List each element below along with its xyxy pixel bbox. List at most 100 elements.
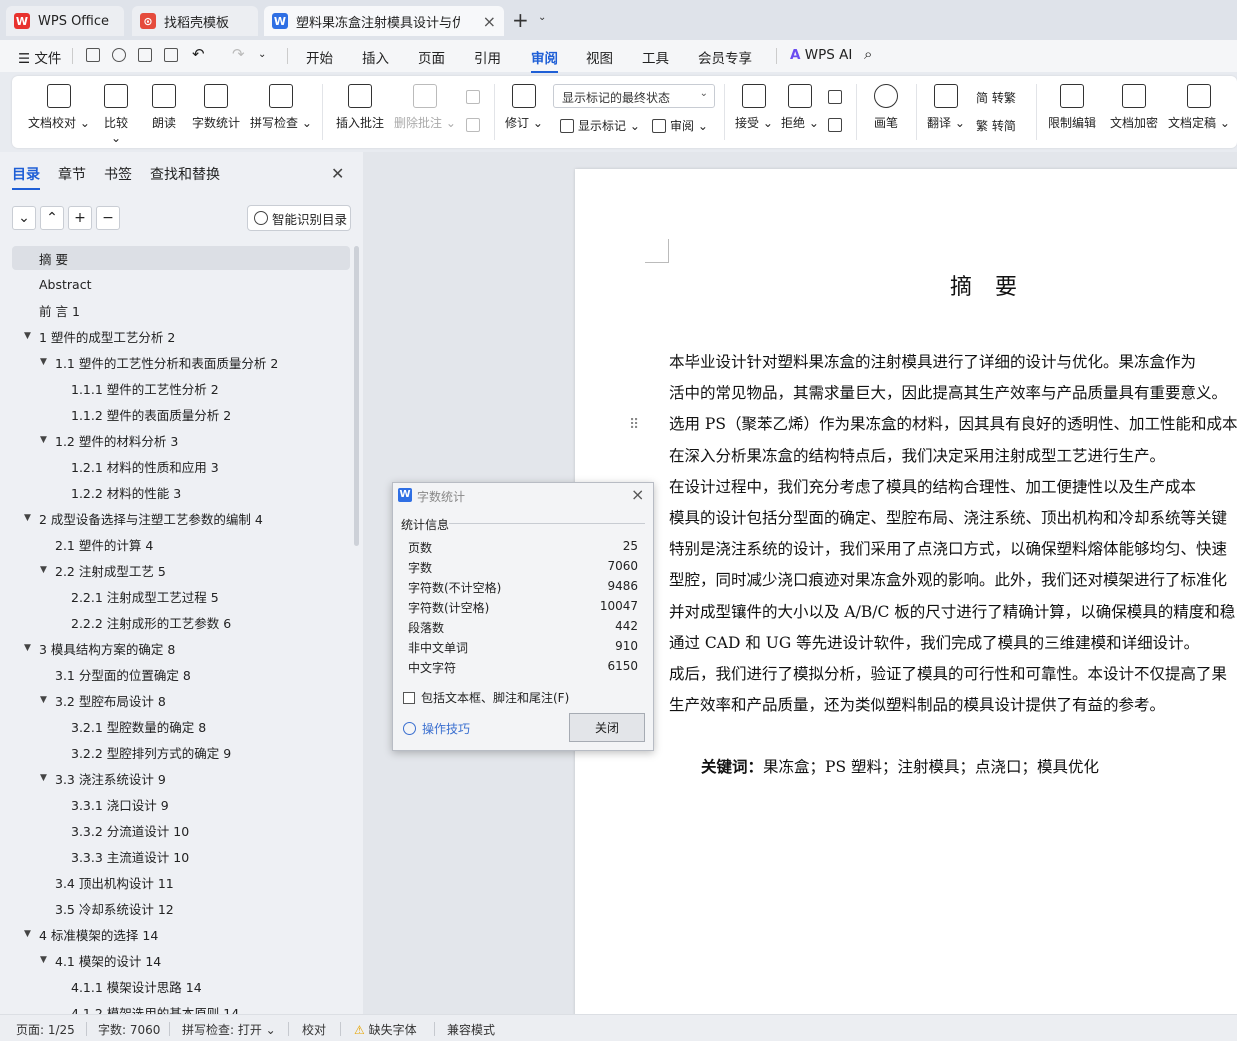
toc-item[interactable]: 4.1.2 模架选用的基本原则 14: [12, 1000, 350, 1015]
toc-item[interactable]: 1.2.1 材料的性质和应用 3: [12, 454, 350, 478]
toc-item[interactable]: 1.1.1 塑件的工艺性分析 2: [12, 376, 350, 400]
reject-button[interactable]: 拒绝 ⌄: [780, 84, 820, 131]
delete-comment-button[interactable]: 删除批注 ⌄: [394, 84, 456, 131]
expand-arrow-icon[interactable]: ▼: [24, 513, 31, 523]
read-aloud-button[interactable]: 朗读: [148, 84, 180, 131]
tab-templates[interactable]: ⊙ 找稻壳模板: [132, 6, 258, 36]
menu-references[interactable]: 引用: [474, 47, 501, 67]
toc-item[interactable]: ▼ 3.3 浇注系统设计 9: [12, 766, 350, 790]
proof-indicator[interactable]: 校对: [302, 1021, 326, 1038]
compare-button[interactable]: 比较 ⌄: [98, 84, 134, 145]
expand-arrow-icon[interactable]: ▼: [40, 695, 47, 705]
tab-bookmarks[interactable]: 书签: [104, 164, 132, 184]
tab-sections[interactable]: 章节: [58, 164, 86, 184]
expand-arrow-icon[interactable]: ▼: [40, 773, 47, 783]
review-pane-button[interactable]: 审阅 ⌄: [652, 117, 708, 134]
save-icon[interactable]: [86, 48, 100, 62]
show-markup-button[interactable]: 显示标记 ⌄: [560, 117, 640, 134]
add-heading-icon[interactable]: +: [68, 206, 92, 230]
toc-item[interactable]: Abstract: [12, 272, 350, 296]
expand-arrow-icon[interactable]: ▼: [24, 929, 31, 939]
next-change-icon[interactable]: [828, 118, 846, 132]
chevron-down-icon[interactable]: ⌄: [538, 12, 546, 23]
page-indicator[interactable]: 页面: 1/25: [16, 1021, 75, 1038]
menu-start[interactable]: 开始: [306, 47, 333, 67]
redo-icon[interactable]: ↷: [232, 45, 245, 63]
missing-font-indicator[interactable]: ⚠ 缺失字体: [354, 1021, 417, 1038]
print-icon[interactable]: [138, 48, 152, 62]
prev-change-icon[interactable]: [828, 90, 846, 104]
wps-ai-button[interactable]: A WPS AI: [790, 47, 852, 63]
toc-item[interactable]: 1.1.2 塑件的表面质量分析 2: [12, 402, 350, 426]
new-tab-icon[interactable]: +: [512, 8, 529, 32]
chevron-down-icon[interactable]: ⌄: [258, 49, 266, 60]
prev-comment-icon[interactable]: [466, 90, 484, 104]
menu-tools[interactable]: 工具: [642, 47, 669, 67]
toc-item[interactable]: 2.2.1 注射成型工艺过程 5: [12, 584, 350, 608]
word-count-button[interactable]: 字数统计: [190, 84, 242, 131]
translate-button[interactable]: 翻译 ⌄: [926, 84, 966, 131]
smart-toc-button[interactable]: 智能识别目录: [247, 205, 351, 231]
to-traditional-button[interactable]: 简 转繁: [976, 89, 1016, 106]
toc-item[interactable]: 摘 要: [12, 246, 350, 270]
expand-arrow-icon[interactable]: ▼: [40, 955, 47, 965]
toc-item[interactable]: ▼ 3 模具结构方案的确定 8: [12, 636, 350, 660]
close-icon[interactable]: ×: [631, 485, 644, 504]
close-button[interactable]: 关闭: [569, 713, 645, 742]
menu-view[interactable]: 视图: [586, 47, 613, 67]
toc-item[interactable]: ▼ 2 成型设备选择与注塑工艺参数的编制 4: [12, 506, 350, 530]
toc-item[interactable]: 3.3.1 浇口设计 9: [12, 792, 350, 816]
toc-item[interactable]: 3.2.1 型腔数量的确定 8: [12, 714, 350, 738]
toc-item[interactable]: ▼ 4 标准模架的选择 14: [12, 922, 350, 946]
toc-item[interactable]: 1.2.2 材料的性能 3: [12, 480, 350, 504]
print-preview-icon[interactable]: [164, 48, 178, 62]
markup-state-select[interactable]: 显示标记的最终状态 ⌄: [553, 84, 715, 108]
close-tab-icon[interactable]: ×: [483, 12, 496, 31]
toc-item[interactable]: 3.3.3 主流道设计 10: [12, 844, 350, 868]
toc-item[interactable]: ▼ 1.2 塑件的材料分析 3: [12, 428, 350, 452]
toc-item[interactable]: ▼ 3.2 型腔布局设计 8: [12, 688, 350, 712]
insert-comment-button[interactable]: 插入批注: [334, 84, 386, 131]
toc-item[interactable]: 3.2.2 型腔排列方式的确定 9: [12, 740, 350, 764]
spell-check-indicator[interactable]: 拼写检查: 打开 ⌄: [182, 1021, 276, 1038]
toc-item[interactable]: 前 言 1: [12, 298, 350, 322]
toc-item[interactable]: ▼ 1.1 塑件的工艺性分析和表面质量分析 2: [12, 350, 350, 374]
tab-toc[interactable]: 目录: [12, 164, 40, 190]
share-icon[interactable]: [112, 48, 126, 62]
tab-document[interactable]: W 塑料果冻盒注射模具设计与优化 ×: [264, 6, 504, 36]
toc-item[interactable]: ▼ 1 塑件的成型工艺分析 2: [12, 324, 350, 348]
tab-wps-office[interactable]: W WPS Office: [6, 6, 124, 36]
undo-icon[interactable]: ↶: [192, 45, 205, 63]
menu-review[interactable]: 审阅: [531, 47, 558, 73]
drag-handle-icon[interactable]: ⠿: [629, 417, 639, 433]
toc-item[interactable]: 3.5 冷却系统设计 12: [12, 896, 350, 920]
spell-check-button[interactable]: 拼写检查 ⌄: [250, 84, 312, 131]
close-icon[interactable]: ✕: [331, 164, 344, 183]
toc-item[interactable]: 3.3.2 分流道设计 10: [12, 818, 350, 842]
toc-item[interactable]: 3.1 分型面的位置确定 8: [12, 662, 350, 686]
menu-insert[interactable]: 插入: [362, 47, 389, 67]
sidebar-scrollbar[interactable]: [354, 246, 359, 546]
pen-button[interactable]: 画笔: [868, 84, 904, 131]
tab-find-replace[interactable]: 查找和替换: [150, 164, 220, 184]
file-menu[interactable]: ☰ 文件: [18, 47, 61, 67]
encrypt-button[interactable]: 文档加密: [1108, 84, 1160, 131]
search-icon[interactable]: ⌕: [864, 45, 872, 63]
document-page[interactable]: ⠿ 摘 要 本毕业设计针对塑料果冻盒的注射模具进行了详细的设计与优化。果冻盒作为…: [575, 169, 1237, 1014]
tips-link[interactable]: 操作技巧: [403, 720, 470, 737]
menu-page[interactable]: 页面: [418, 47, 445, 67]
include-textbox-checkbox[interactable]: 包括文本框、脚注和尾注(F): [403, 689, 569, 706]
word-count-indicator[interactable]: 字数: 7060: [98, 1021, 160, 1038]
finalize-button[interactable]: 文档定稿 ⌄: [1168, 84, 1230, 131]
toc-item[interactable]: 2.2.2 注射成形的工艺参数 6: [12, 610, 350, 634]
expand-arrow-icon[interactable]: ▼: [24, 331, 31, 341]
toc-item[interactable]: 3.4 顶出机构设计 11: [12, 870, 350, 894]
to-simplified-button[interactable]: 繁 转简: [976, 117, 1016, 134]
expand-arrow-icon[interactable]: ▼: [40, 565, 47, 575]
toc-item[interactable]: ▼ 4.1 模架的设计 14: [12, 948, 350, 972]
accept-button[interactable]: 接受 ⌄: [734, 84, 774, 131]
expand-up-icon[interactable]: ⌃: [40, 206, 64, 230]
restrict-edit-button[interactable]: 限制编辑: [1046, 84, 1098, 131]
toc-item[interactable]: 2.1 塑件的计算 4: [12, 532, 350, 556]
next-comment-icon[interactable]: [466, 118, 484, 132]
